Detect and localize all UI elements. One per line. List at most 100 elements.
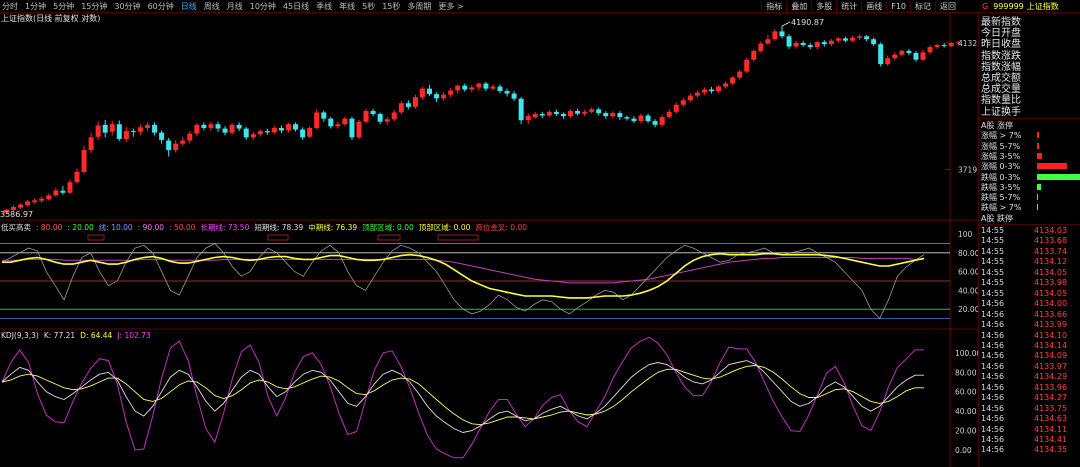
candle-body-24 (173, 143, 179, 151)
osc-marker-3 (437, 234, 479, 241)
side-menu-item-3[interactable]: 指数涨跌 (981, 51, 1021, 62)
period-tab-5[interactable]: 60分钟 (148, 1, 174, 12)
candle-body-104 (737, 71, 743, 78)
kdj-legend-item-3: J: 102.73 (117, 331, 151, 340)
candle-body-44 (314, 112, 320, 128)
candle-body-16 (116, 124, 122, 139)
candle-body-62 (441, 94, 447, 99)
tool-button-4[interactable]: 画线 (861, 0, 886, 12)
candle-body-12 (88, 137, 94, 151)
axis-label-mid: 3719 (958, 166, 977, 175)
candle-body-94 (666, 111, 672, 118)
period-tab-2[interactable]: 5分钟 (53, 1, 74, 12)
tick-time-5: 14:55 (981, 278, 1005, 288)
tool-button-6[interactable]: 标记 (910, 0, 935, 12)
main-labels: 4190.87 3586.97 4132 3719 (0, 18, 977, 219)
candle-body-17 (123, 131, 129, 139)
candle-body-48 (342, 118, 348, 125)
osc-legend-item-8: 中期线: 76.39 (308, 223, 358, 232)
candle-body-106 (751, 50, 757, 60)
side-menu-item-5[interactable]: 总成交额 (981, 73, 1021, 84)
tool-button-0[interactable]: 指标 (761, 0, 786, 12)
candle-body-132 (934, 45, 940, 48)
period-tab-9[interactable]: 10分钟 (250, 1, 276, 12)
candle-body-79 (560, 113, 566, 117)
side-menu-item-2[interactable]: 昨日收盘 (981, 39, 1021, 50)
osc-legend-item-5: : 50.00 (169, 223, 196, 232)
side-menu-item-4[interactable]: 指数涨幅 (981, 62, 1021, 73)
side-menu-item-8[interactable]: 上证换手 (981, 107, 1021, 118)
osc-legend-item-10: 顶部区域: 0.00 (418, 223, 471, 232)
candle-body-6 (46, 195, 52, 200)
tick-price-19: 4134.11 (1034, 424, 1068, 434)
tick-time-2: 14:55 (981, 246, 1005, 256)
osc-marker-1 (267, 234, 289, 241)
candle-body-25 (180, 140, 186, 144)
candle-body-47 (335, 124, 341, 127)
candle-body-60 (427, 88, 432, 95)
side-menu-item-1[interactable]: 今日开盘 (981, 28, 1021, 39)
period-tab-11[interactable]: 季线 (316, 1, 332, 12)
breadth-bar-3 (1037, 152, 1042, 159)
period-tab-1[interactable]: 1分钟 (25, 1, 46, 12)
candle-body-46 (328, 118, 334, 127)
tool-button-7[interactable]: 返回 (935, 0, 960, 12)
tick-time-16: 14:56 (981, 393, 1005, 403)
tick-time-3: 14:55 (981, 257, 1005, 267)
side-menu-item-0[interactable]: 最新指数 (981, 17, 1021, 28)
period-tab-6[interactable]: 日线 (181, 1, 197, 12)
main-grid (945, 42, 950, 171)
side-menu-item-6[interactable]: 总成交量 (981, 84, 1021, 95)
candle-body-126 (892, 54, 898, 59)
period-tab-7[interactable]: 周线 (204, 1, 220, 12)
period-tab-10[interactable]: 45日线 (283, 1, 309, 12)
candle-body-73 (518, 98, 524, 121)
tick-price-9: 4133.99 (1034, 320, 1068, 330)
candle-body-85 (603, 113, 609, 117)
candle-body-26 (187, 133, 193, 141)
osc-legend-item-6: 长期线: 73.50 (200, 223, 250, 232)
candle-body-19 (137, 127, 143, 132)
period-tab-12[interactable]: 年线 (339, 1, 355, 12)
tick-time-11: 14:56 (981, 340, 1005, 350)
osc-legend-item-2: : 20.00 (67, 223, 94, 232)
tool-button-3[interactable]: 统计 (836, 0, 861, 12)
candle-body-61 (434, 94, 440, 99)
osc-legend-item-4: : 90.00 (137, 223, 165, 232)
period-tab-0[interactable]: 分时 (2, 1, 18, 12)
period-tab-4[interactable]: 30分钟 (114, 1, 140, 12)
stock-code: 999999 (993, 1, 1024, 11)
tool-button-2[interactable]: 多股 (811, 0, 836, 12)
candle-body-36 (257, 131, 263, 135)
candle-body-121 (857, 36, 863, 38)
period-tab-16[interactable]: 更多 > (438, 1, 463, 12)
tick-price-1: 4133.68 (1034, 236, 1068, 246)
tick-time-9: 14:56 (981, 320, 1005, 330)
candle-body-5 (39, 198, 45, 201)
tick-price-21: 4134.35 (1034, 445, 1068, 455)
side-divider-2 (979, 224, 1080, 225)
tick-time-7: 14:56 (981, 299, 1005, 309)
period-tab-15[interactable]: 多周期 (407, 1, 431, 12)
candle-body-54 (384, 119, 390, 122)
candle-body-115 (814, 42, 820, 48)
tool-button-1[interactable]: 叠加 (786, 0, 811, 12)
candle-body-99 (701, 89, 707, 93)
osc-legend-item-11: 高位金叉: 0.00 (475, 223, 527, 232)
tick-time-17: 14:56 (981, 403, 1005, 413)
tick-price-20: 4134.41 (1034, 435, 1068, 444)
period-tab-13[interactable]: 5秒 (362, 1, 375, 12)
period-tab-3[interactable]: 15分钟 (81, 1, 107, 12)
side-menu-item-7[interactable]: 指数量比 (981, 95, 1021, 106)
period-tab-8[interactable]: 月线 (227, 1, 243, 12)
tick-price-3: 4134.12 (1034, 257, 1068, 267)
period-tab-14[interactable]: 15秒 (382, 1, 400, 12)
candle-body-78 (553, 111, 559, 114)
kdj-j-line (1, 336, 924, 459)
candle-body-71 (504, 91, 510, 94)
low-price-label: 3586.97 (0, 210, 33, 219)
tool-button-5[interactable]: F10 (886, 1, 910, 11)
tick-price-5: 4133.98 (1034, 278, 1068, 288)
candle-body-28 (201, 124, 207, 128)
candle-body-125 (885, 58, 891, 65)
